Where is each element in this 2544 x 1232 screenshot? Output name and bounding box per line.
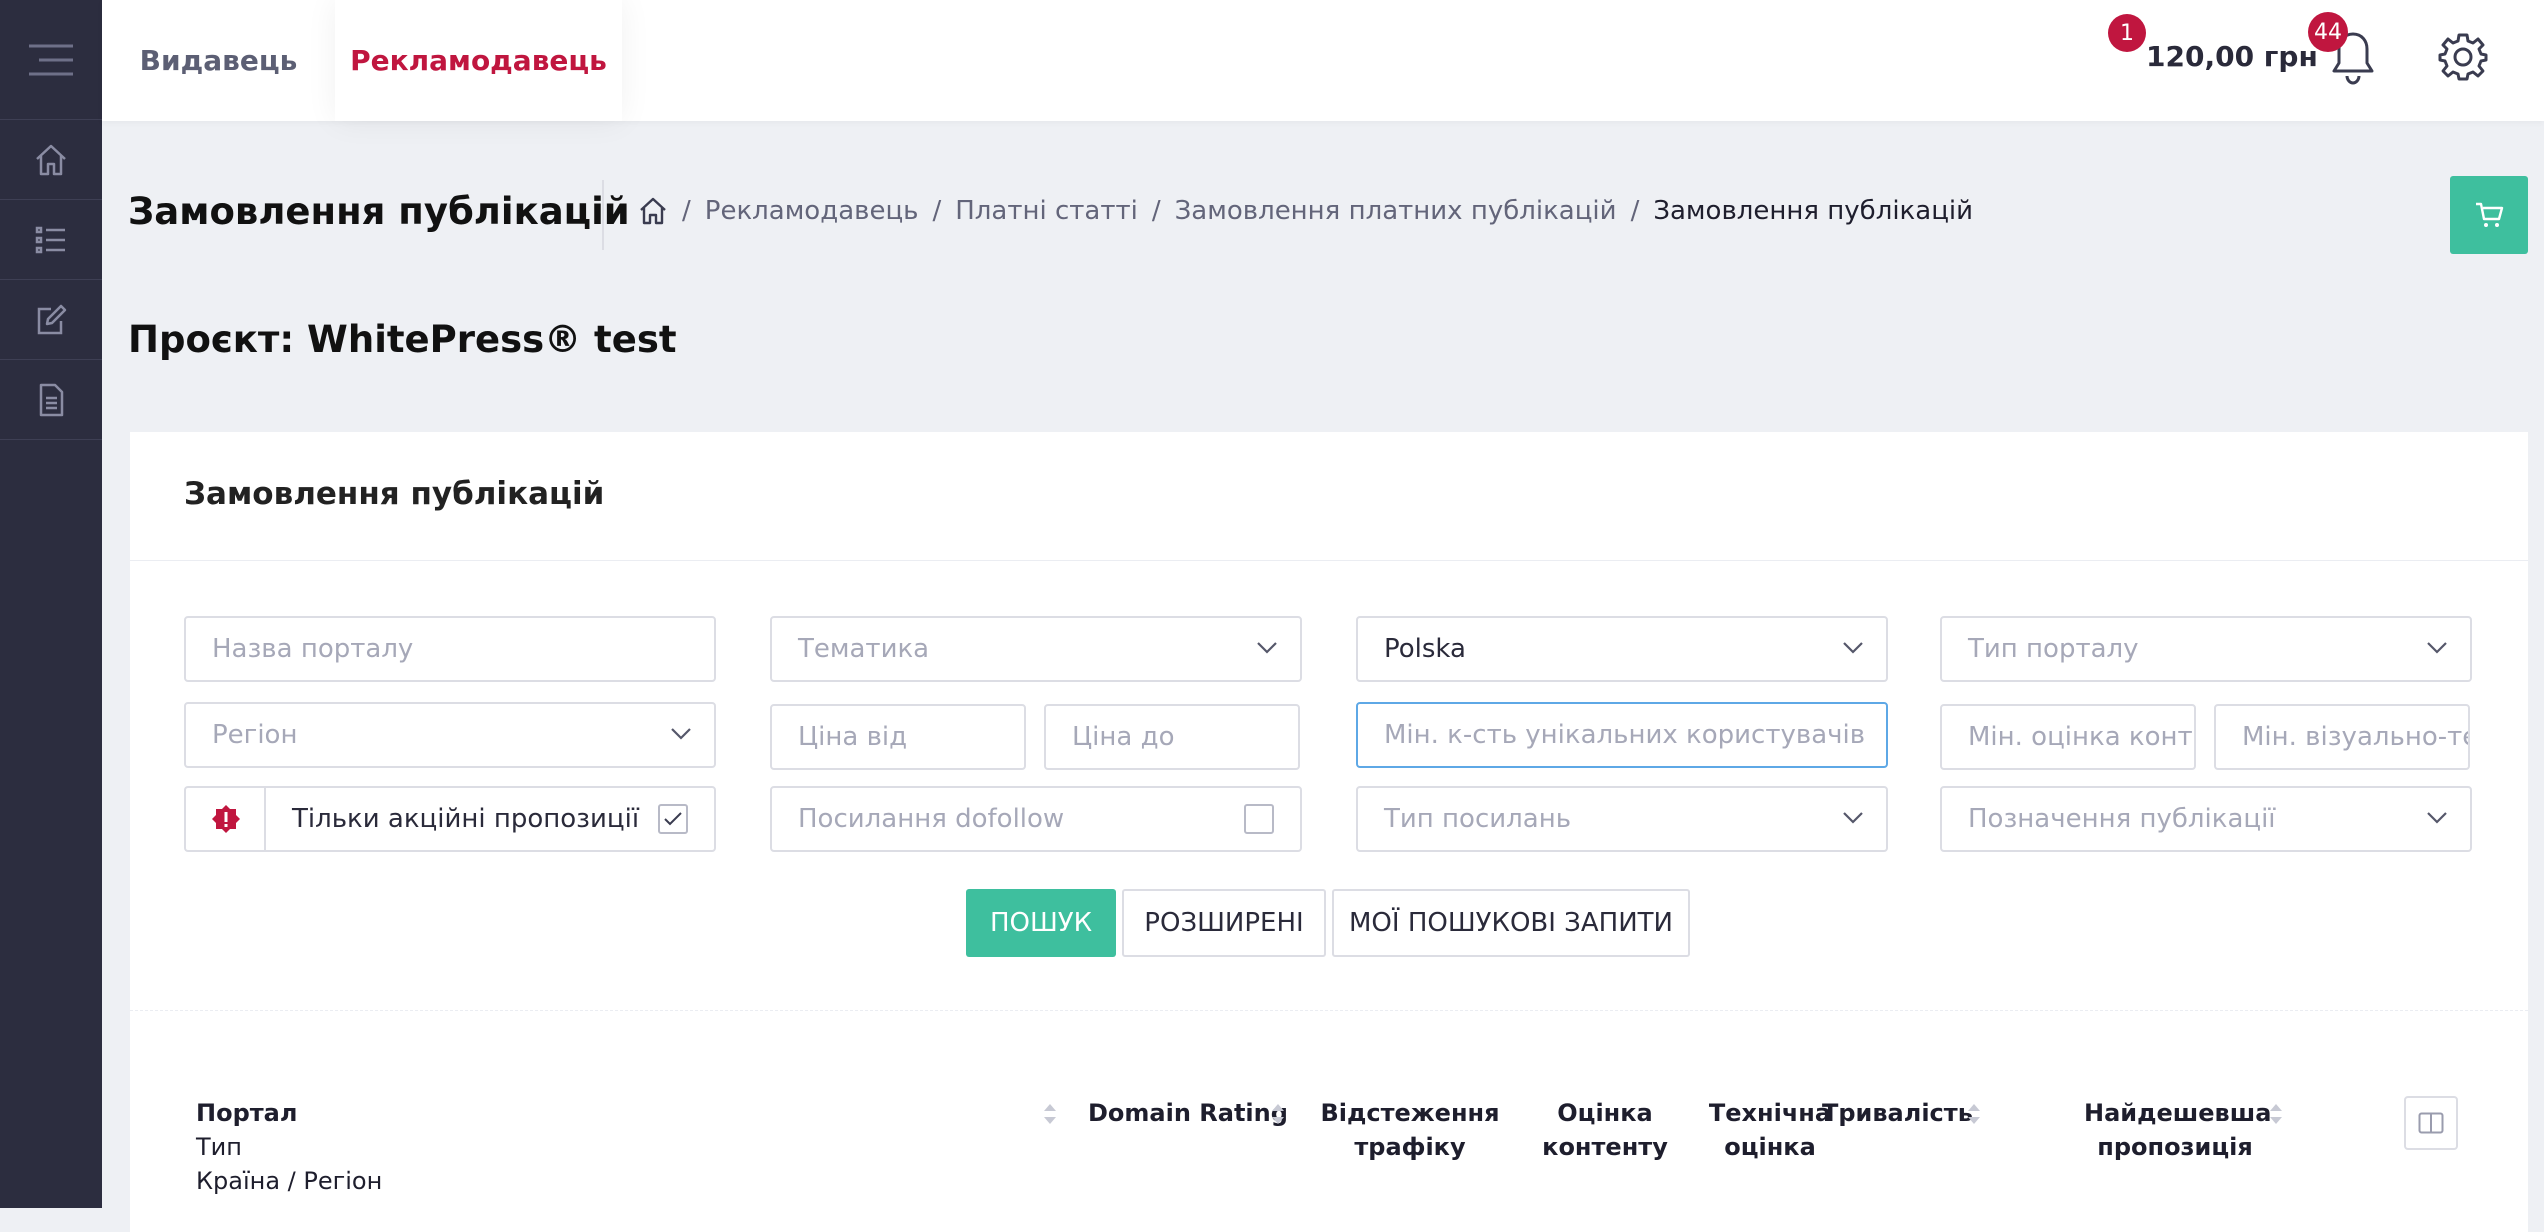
document-icon [39,383,64,416]
tab-advertiser[interactable]: Рекламодавець [335,0,622,121]
tab-publisher[interactable]: Видавець [102,0,335,121]
sidebar-item-list[interactable] [0,200,102,280]
balance-badge: 1 [2108,14,2146,52]
link-type-select[interactable]: Тип посилань [1356,786,1888,852]
sidebar [0,0,102,1208]
breadcrumb-separator: / [1151,196,1161,226]
topic-select[interactable]: Тематика [770,616,1302,682]
divider [602,180,604,250]
my-queries-button[interactable]: МОЇ ПОШУКОВІ ЗАПИТИ [1332,889,1690,957]
col-cheapest-offer[interactable]: Найдешевша пропозиція [2084,1096,2272,1164]
link-type-placeholder: Тип посилань [1384,804,1572,834]
min-content-score-input[interactable]: Мін. оцінка конте [1940,704,2196,770]
country-select-value: Polska [1384,634,1466,664]
portal-name-input[interactable]: Назва порталу [184,616,716,682]
page-title: Замовлення публікацій [128,190,630,233]
divider [130,1010,2528,1011]
breadcrumb-item[interactable]: Замовлення платних публікацій [1175,196,1617,226]
min-visual-score-input[interactable]: Мін. візуально-те [2214,704,2470,770]
col-duration[interactable]: Тривалість [1822,1096,1973,1130]
col-domain-rating[interactable]: Domain Rating [1088,1096,1288,1130]
search-card: Замовлення публікацій Назва порталу Тема… [130,432,2528,1232]
card-title: Замовлення публікацій [184,476,605,512]
col-content-line2: контенту [1542,1133,1668,1161]
chevron-down-icon [2427,642,2447,654]
region-placeholder: Регіон [212,720,298,750]
checkbox[interactable] [1244,804,1274,834]
col-portal-type: Тип [196,1133,242,1161]
promo-only-label: Тільки акційні пропозиції [292,804,640,834]
columns-icon [2418,1112,2444,1134]
sort-icon[interactable] [1042,1102,1058,1126]
columns-toggle-button[interactable] [2404,1096,2458,1150]
checkbox[interactable] [658,804,688,834]
promo-only-checkbox[interactable]: Тільки акційні пропозиції [264,786,716,852]
notifications-badge: 44 [2308,12,2348,52]
chevron-down-icon [1257,642,1277,654]
col-traffic-line1: Відстеження [1320,1099,1500,1127]
country-select[interactable]: Polska [1356,616,1888,682]
col-content-line1: Оцінка [1557,1099,1653,1127]
chevron-down-icon [1843,812,1863,824]
col-cheapest-line2: пропозиція [2097,1133,2253,1161]
publication-label-select[interactable]: Позначення публікації [1940,786,2472,852]
breadcrumb-separator: / [682,196,691,226]
breadcrumb-item[interactable]: Рекламодавець [705,196,919,226]
project-title: Проєкт: WhitePress® test [128,318,677,361]
home-icon[interactable] [638,196,668,226]
cart-icon [2476,202,2504,227]
region-select[interactable]: Регіон [184,702,716,768]
sort-icon[interactable] [1270,1102,1286,1126]
dofollow-label: Посилання dofollow [798,804,1065,834]
list-icon [35,226,65,253]
promo-badge [184,786,266,852]
dofollow-checkbox[interactable]: Посилання dofollow [770,786,1302,852]
sidebar-item-documents[interactable] [0,360,102,440]
col-cheapest-line1: Найдешевша [2084,1099,2272,1127]
price-to-input[interactable]: Ціна до [1044,704,1300,770]
alert-badge-icon [212,805,240,833]
advanced-button[interactable]: РОЗШИРЕНІ [1122,889,1326,957]
search-button[interactable]: ПОШУК [966,889,1116,957]
col-portal-country: Країна / Регіон [196,1167,383,1195]
sort-icon[interactable] [1966,1102,1982,1126]
breadcrumb-item[interactable]: Платні статті [955,196,1138,226]
chevron-down-icon [671,728,691,740]
sidebar-item-home[interactable] [0,120,102,200]
breadcrumb: / Рекламодавець / Платні статті / Замовл… [638,196,1973,226]
breadcrumb-separator: / [1630,196,1640,226]
home-icon [36,144,66,175]
sort-icon[interactable] [2268,1102,2284,1126]
publication-label-placeholder: Позначення публікації [1968,804,2276,834]
portal-type-select[interactable]: Тип порталу [1940,616,2472,682]
divider [130,560,2528,561]
portal-type-placeholder: Тип порталу [1968,634,2139,664]
col-traffic-line2: трафіку [1354,1133,1466,1161]
col-portal[interactable]: Портал [196,1096,297,1130]
menu-icon [29,44,73,75]
col-traffic[interactable]: Відстеження трафіку [1308,1096,1512,1164]
breadcrumb-current: Замовлення публікацій [1653,196,1974,226]
col-tech-line2: оцінка [1724,1133,1816,1161]
gear-icon[interactable] [2438,32,2488,82]
menu-toggle[interactable] [0,0,102,120]
topic-select-placeholder: Тематика [798,634,930,664]
account-balance[interactable]: 120,00 грн [2146,40,2318,73]
cart-button[interactable] [2450,176,2528,254]
col-content-score[interactable]: Оцінка контенту [1520,1096,1690,1164]
breadcrumb-separator: / [932,196,942,226]
check-icon [664,812,682,826]
edit-icon [37,304,67,334]
price-from-input[interactable]: Ціна від [770,704,1026,770]
chevron-down-icon [2427,812,2447,824]
chevron-down-icon [1843,642,1863,654]
min-users-input[interactable]: Мін. к-сть унікальних користувачів [1356,702,1888,768]
sidebar-item-edit[interactable] [0,280,102,360]
